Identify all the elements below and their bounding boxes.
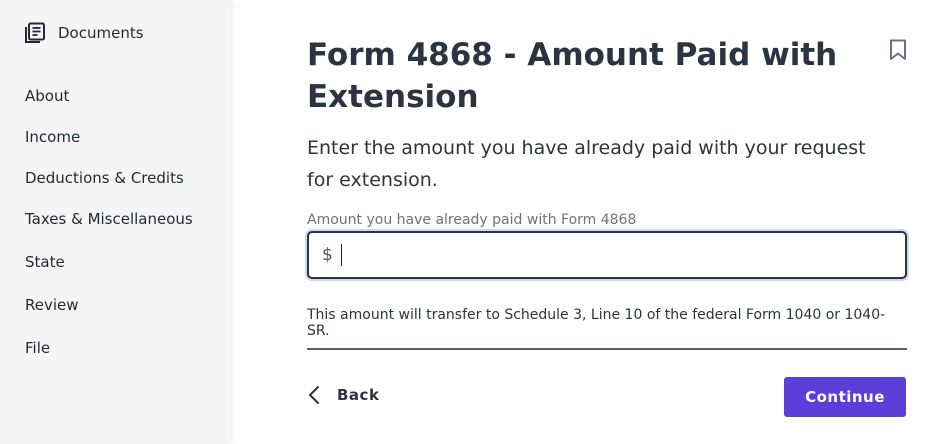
documents-label: Documents (58, 24, 144, 42)
sidebar-item-file[interactable]: File (25, 339, 50, 357)
page-title: Form 4868 - Amount Paid with Extension (307, 37, 838, 115)
currency-symbol: $ (322, 245, 333, 265)
bookmark-icon[interactable] (889, 39, 907, 61)
sidebar-item-state[interactable]: State (25, 253, 65, 271)
continue-button[interactable]: Continue (784, 377, 906, 417)
back-label: Back (337, 386, 380, 404)
sidebar: Documents About Income Deductions & Cred… (0, 0, 230, 444)
documents-icon (25, 22, 45, 43)
back-button[interactable]: Back (307, 384, 379, 406)
chevron-left-icon (309, 386, 319, 404)
sidebar-item-taxes-miscellaneous[interactable]: Taxes & Miscellaneous (25, 210, 193, 228)
sidebar-item-income[interactable]: Income (25, 128, 80, 146)
amount-field-label: Amount you have already paid with Form 4… (307, 212, 637, 228)
documents-link[interactable]: Documents (24, 22, 144, 44)
main-content: Form 4868 - Amount Paid with Extension E… (307, 0, 907, 444)
divider (307, 348, 907, 350)
amount-field[interactable]: $ (307, 231, 907, 279)
sidebar-item-review[interactable]: Review (25, 296, 79, 314)
sidebar-item-about[interactable]: About (25, 87, 69, 105)
amount-input[interactable] (340, 240, 881, 270)
page-description: Enter the amount you have already paid w… (307, 137, 866, 191)
sidebar-item-deductions-credits[interactable]: Deductions & Credits (25, 169, 184, 187)
transfer-note: This amount will transfer to Schedule 3,… (307, 307, 886, 339)
